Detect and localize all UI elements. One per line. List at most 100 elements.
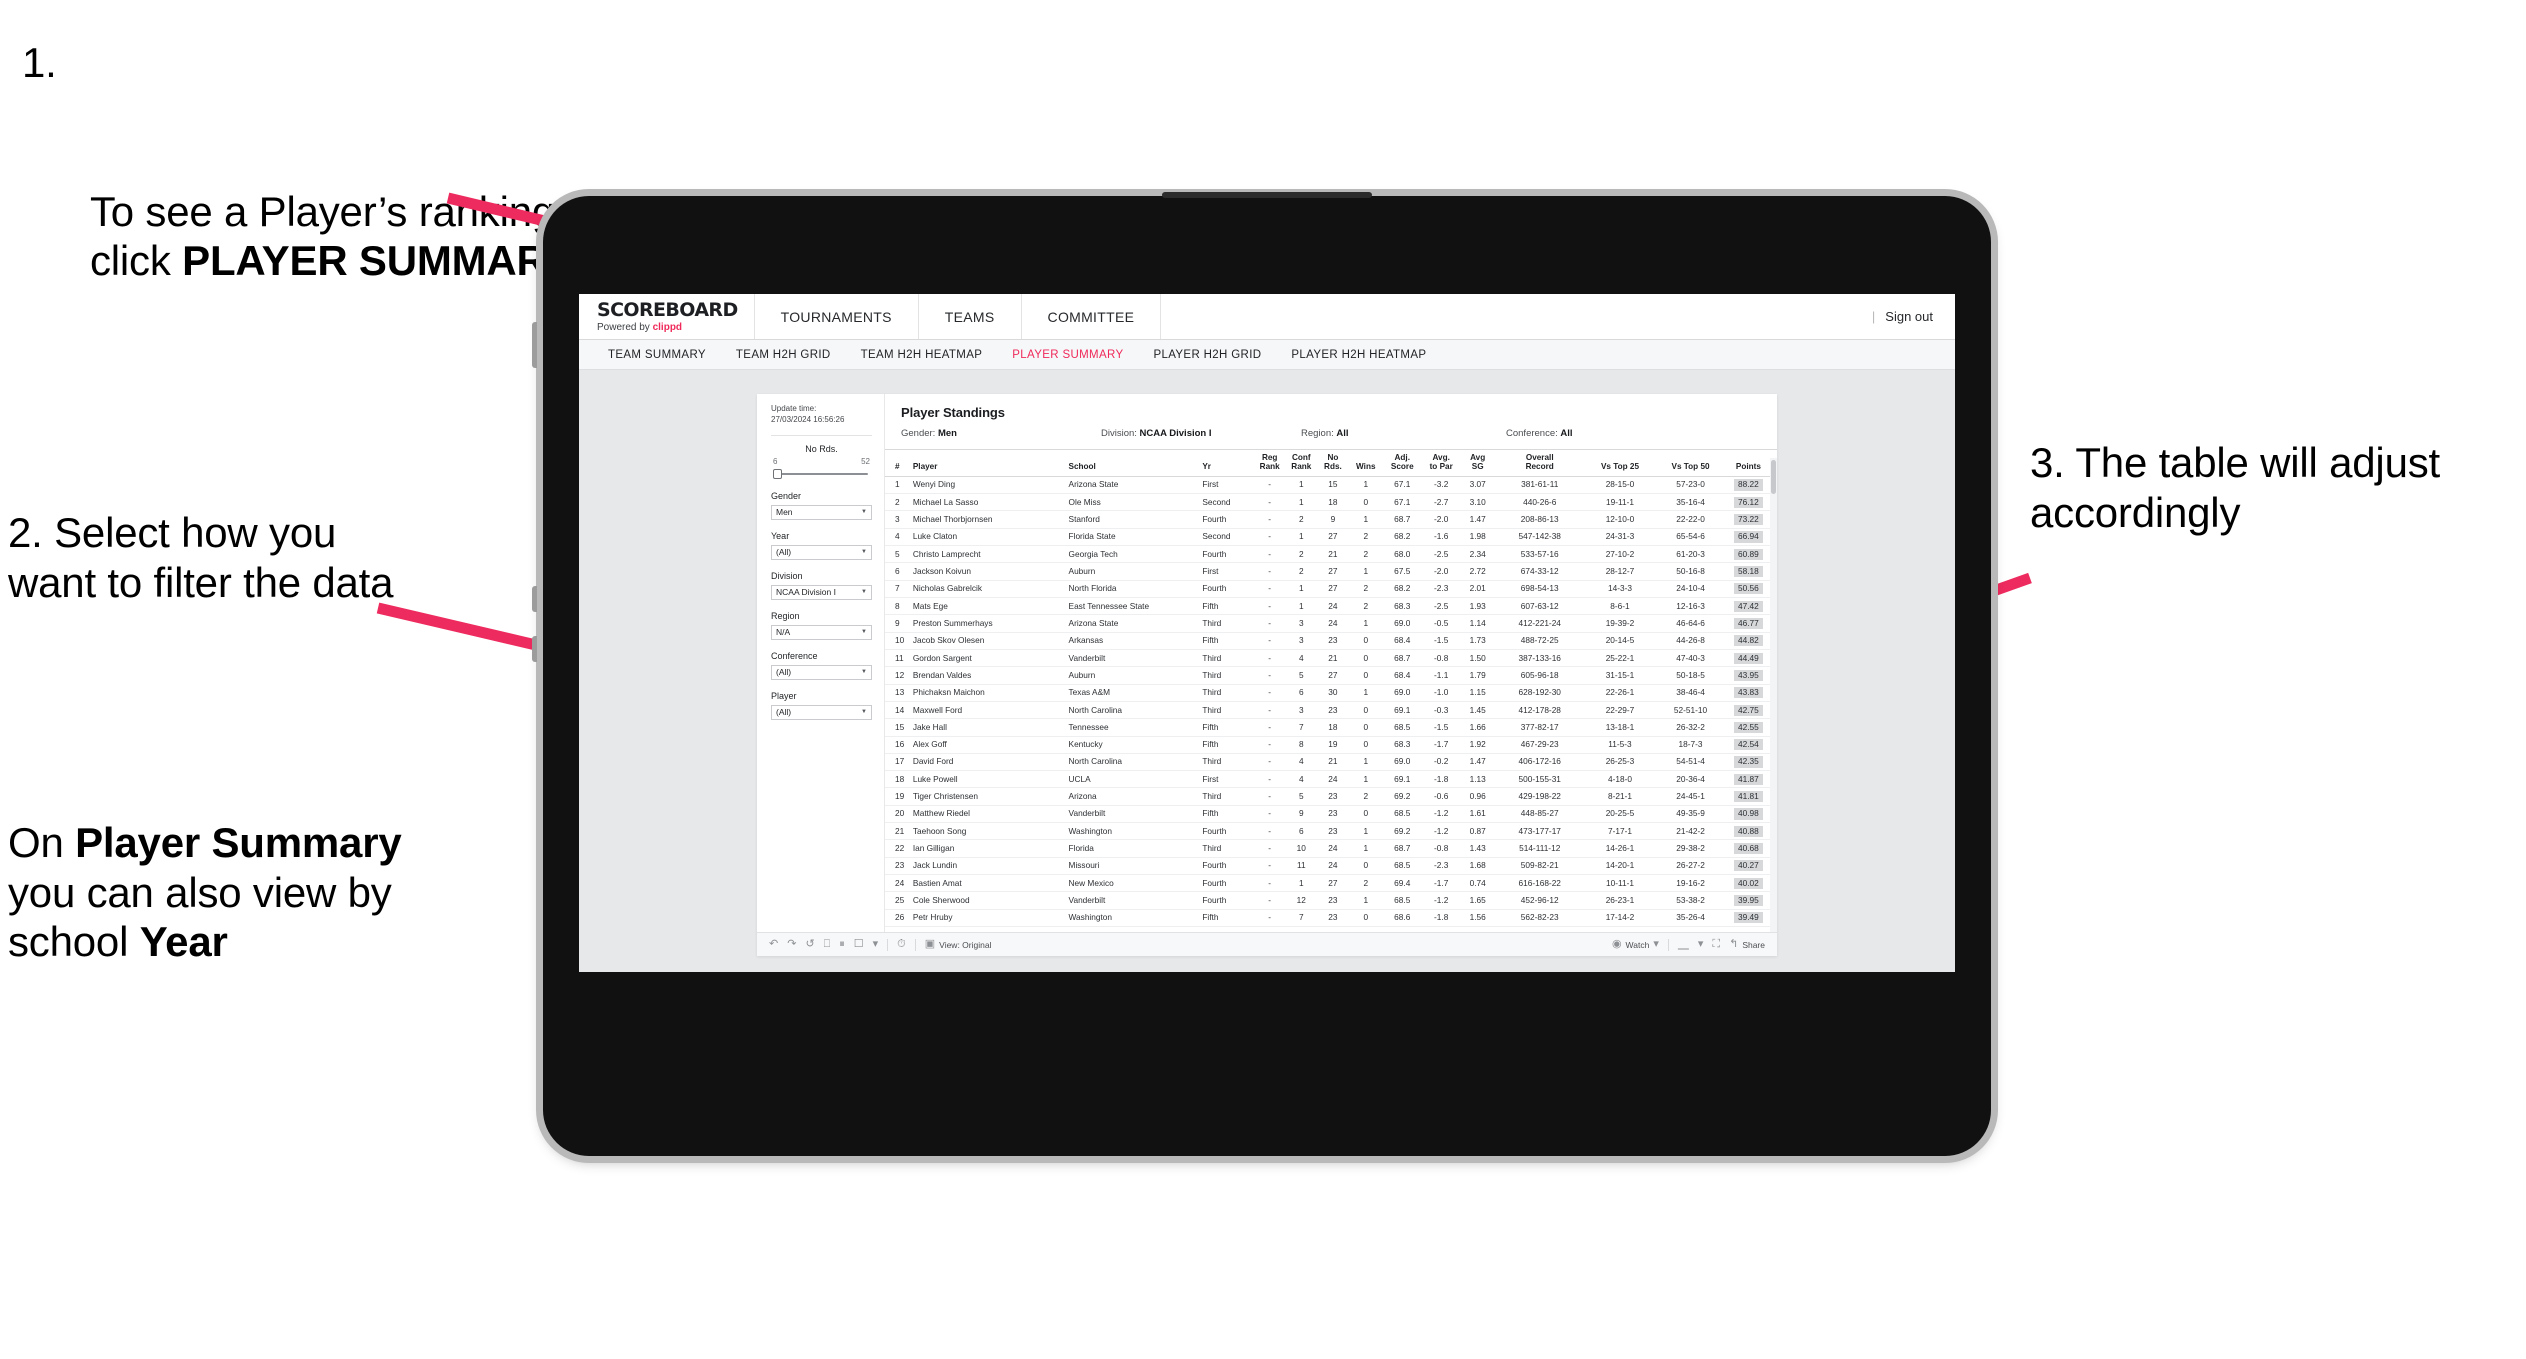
tab-team-h2h-grid[interactable]: TEAM H2H GRID: [721, 349, 846, 361]
table-row[interactable]: 3 Michael Thorbjornsen Stanford Fourth -2 9 1 6…: [885, 510, 1777, 529]
pause-updates-icon[interactable]: ⏸: [839, 939, 845, 950]
nav-item-teams[interactable]: TEAMS: [919, 294, 1022, 339]
brand-logo[interactable]: SCOREBOARD Powered by clippd: [579, 294, 755, 339]
col-yr[interactable]: Yr: [1200, 449, 1254, 477]
table-row[interactable]: 6 Jackson Koivun Auburn First -2 27 1 67.5 -2.0 2…: [885, 562, 1777, 581]
col-vs-top-50[interactable]: Vs Top 50: [1655, 449, 1726, 477]
table-row[interactable]: 9 Preston Summerhays Arizona State Third -3 2…: [885, 614, 1777, 633]
summary-conference-label: Conference:: [1506, 428, 1558, 439]
tablet-volume-up-button[interactable]: [532, 586, 537, 612]
cell-vs-top-25: 4-18-0: [1584, 770, 1656, 789]
table-row[interactable]: 25 Cole Sherwood Vanderbilt Fourth -12 23 1 68.…: [885, 891, 1777, 910]
cell-vs-top-25: 20-14-5: [1584, 632, 1656, 650]
col-no-rds[interactable]: No Rds.: [1317, 449, 1349, 477]
table-row[interactable]: 1 Wenyi Ding Arizona State First -1 15 1 67.1 -3…: [885, 476, 1777, 495]
col-avg-to-par[interactable]: Avg. to Par: [1421, 449, 1461, 477]
table-row[interactable]: 18 Luke Powell UCLA First -4 24 1 69.1 -1.8 1.13 5…: [885, 770, 1777, 789]
table-vertical-scrollbar[interactable]: [1770, 458, 1777, 932]
share-button[interactable]: ↰ Share: [1729, 939, 1765, 950]
col-adj-score[interactable]: Adj. Score: [1382, 449, 1422, 477]
header-divider: |: [1871, 309, 1876, 324]
col-wins[interactable]: Wins: [1348, 449, 1383, 477]
col-reg-rank[interactable]: Reg Rank: [1253, 449, 1286, 477]
col-overall-record[interactable]: Overall Record: [1494, 449, 1585, 477]
device-preview-icon[interactable]: ☐: [854, 939, 864, 950]
table-row[interactable]: 8 Mats Ege East Tennessee State Fifth -1 24 2 6…: [885, 597, 1777, 616]
chevron-down-icon[interactable]: ▾: [873, 939, 879, 950]
table-row[interactable]: 5 Christo Lamprecht Georgia Tech Fourth -2 21…: [885, 545, 1777, 564]
revert-icon[interactable]: ↺: [805, 939, 814, 950]
filter-region-select[interactable]: N/A ▼: [771, 624, 872, 640]
filter-year-select[interactable]: (All) ▼: [771, 544, 872, 560]
table-row[interactable]: 20 Matthew Riedel Vanderbilt Fifth -9 23 0 68.5…: [885, 805, 1777, 824]
table-row[interactable]: 14 Maxwell Ford North Carolina Third -3 23 0 69…: [885, 701, 1777, 720]
redo-icon[interactable]: ↷: [787, 939, 796, 950]
cell-player: Brendan Valdes: [910, 666, 1067, 685]
col-vs-top-25[interactable]: Vs Top 25: [1584, 449, 1656, 477]
cell-reg-rank: -: [1253, 891, 1286, 910]
view-original-button[interactable]: ▣ View: Original: [925, 939, 992, 950]
table-row[interactable]: 21 Taehoon Song Washington Fourth -6 23 1 69.2-…: [885, 822, 1777, 841]
cell-adj-score: 69.0: [1382, 614, 1422, 633]
table-row[interactable]: 23 Jack Lundin Missouri Fourth -11 24 0 68.5 -2.…: [885, 857, 1777, 876]
filter-gender-select[interactable]: Men ▼: [771, 504, 872, 520]
nav-item-tournaments[interactable]: TOURNAMENTS: [755, 294, 919, 339]
tab-player-summary[interactable]: PLAYER SUMMARY: [997, 349, 1138, 361]
tab-team-h2h-heatmap[interactable]: TEAM H2H HEATMAP: [846, 349, 998, 361]
filter-division-select[interactable]: NCAA Division I ▼: [771, 584, 872, 600]
fullscreen-icon[interactable]: ⛶: [1712, 939, 1720, 950]
scrollbar-thumb[interactable]: [1771, 460, 1776, 494]
cell-reg-rank: -: [1253, 701, 1286, 720]
tablet-power-button[interactable]: [532, 322, 537, 368]
table-row[interactable]: 2 Michael La Sasso Ole Miss Second -1 18 0 67.1…: [885, 493, 1777, 512]
cell-vs-top-50: 50-16-8: [1655, 562, 1726, 581]
table-row[interactable]: 22 Ian Gilligan Florida Third -10 24 1 68.7 -0.8…: [885, 839, 1777, 858]
table-row[interactable]: 7 Nicholas Gabrelcik North Florida Fourth -1…: [885, 580, 1777, 599]
alert-icon[interactable]: ⏱: [897, 939, 906, 950]
cell-wins: 0: [1348, 666, 1383, 685]
col-rank[interactable]: #: [885, 449, 911, 477]
chevron-down-icon[interactable]: ▾: [1698, 939, 1704, 950]
tab-player-h2h-heatmap[interactable]: PLAYER H2H HEATMAP: [1276, 349, 1441, 361]
nav-item-committee[interactable]: COMMITTEE: [1022, 294, 1162, 339]
cell-player: Wenyi Ding: [910, 476, 1067, 495]
table-row[interactable]: 10 Jacob Skov Olesen Arkansas Fifth -3 23 0 68.…: [885, 632, 1777, 650]
undo-icon[interactable]: ↶: [769, 939, 778, 950]
col-conf-rank[interactable]: Conf Rank: [1285, 449, 1318, 477]
filter-no-rds-slider[interactable]: [771, 468, 872, 480]
table-row[interactable]: 15 Jake Hall Tennessee Fifth -7 18 0 68.5 -1.5 1.…: [885, 718, 1777, 737]
sign-out-link[interactable]: Sign out: [1885, 309, 1933, 324]
table-row[interactable]: 26 Petr Hruby Washington Fifth -7 23 0 68.6 -1.8…: [885, 909, 1777, 927]
filter-no-rds-range: 6 52: [771, 457, 872, 466]
table-row[interactable]: 17 David Ford North Carolina Third -4 21 1 69.0…: [885, 753, 1777, 772]
refresh-icon[interactable]: ⎕: [824, 939, 831, 950]
tab-player-h2h-grid[interactable]: PLAYER H2H GRID: [1138, 349, 1276, 361]
tab-team-summary[interactable]: TEAM SUMMARY: [593, 349, 721, 361]
cell-rank: 6: [885, 562, 911, 581]
annotation-step-1-number: 1.: [22, 39, 57, 86]
table-row[interactable]: 11 Gordon Sargent Vanderbilt Third -4 21 0 68.7…: [885, 649, 1777, 668]
col-player[interactable]: Player: [910, 449, 1067, 477]
cell-school: North Carolina: [1066, 753, 1201, 772]
cell-wins: 2: [1348, 874, 1383, 893]
cell-wins: 2: [1348, 545, 1383, 564]
cell-reg-rank: -: [1253, 476, 1286, 495]
slider-handle[interactable]: [773, 468, 782, 479]
cell-overall-record: 406-172-16: [1494, 753, 1585, 772]
table-row[interactable]: 12 Brendan Valdes Auburn Third -5 27 0 68.4 -1.1…: [885, 666, 1777, 685]
cell-avg-to-par: -1.1: [1421, 666, 1461, 685]
table-row[interactable]: 4 Luke Claton Florida State Second -1 27 2 68.2…: [885, 528, 1777, 547]
tablet-volume-down-button[interactable]: [532, 636, 537, 662]
filter-conference-select[interactable]: (All) ▼: [771, 664, 872, 680]
filter-player-select[interactable]: (All) ▼: [771, 704, 872, 720]
col-avg-sg[interactable]: Avg SG: [1460, 449, 1495, 477]
cell-reg-rank: -: [1253, 562, 1286, 581]
cell-overall-record: 509-82-21: [1494, 857, 1585, 876]
table-row[interactable]: 24 Bastien Amat New Mexico Fourth -1 27 2 69.4-…: [885, 874, 1777, 893]
table-row[interactable]: 13 Phichaksn Maichon Texas A&M Third -6 30 1 69…: [885, 684, 1777, 702]
col-school[interactable]: School: [1066, 449, 1201, 477]
watch-button[interactable]: ◉ Watch ▾: [1612, 939, 1659, 950]
download-icon[interactable]: ⎽: [1678, 939, 1689, 950]
table-row[interactable]: 19 Tiger Christensen Arizona Third -5 23 2 69.2…: [885, 787, 1777, 806]
table-row[interactable]: 16 Alex Goff Kentucky Fifth -8 19 0 68.3 -1.7 1.9…: [885, 736, 1777, 754]
